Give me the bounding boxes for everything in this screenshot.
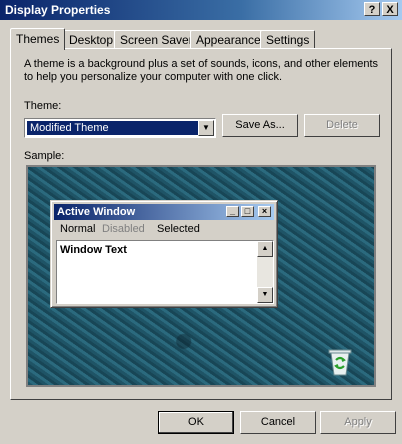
scroll-up-icon: ▲ <box>257 241 273 257</box>
tab-themes[interactable]: Themes <box>10 28 66 50</box>
theme-select-value: Modified Theme <box>27 121 200 135</box>
maximize-icon: □ <box>241 206 254 217</box>
sample-label: Sample: <box>24 150 65 162</box>
menu-selected: Selected <box>157 223 200 235</box>
preview-title-bar: Active Window _ □ × <box>54 204 274 220</box>
help-button[interactable]: ? <box>364 2 380 16</box>
scroll-down-icon: ▼ <box>257 287 273 303</box>
theme-select[interactable]: Modified Theme ▼ <box>24 118 216 138</box>
tab-settings[interactable]: Settings <box>260 30 316 48</box>
tab-appearance[interactable]: Appearance <box>190 30 267 48</box>
title-bar: Display Properties <box>0 0 402 20</box>
chevron-down-icon[interactable]: ▼ <box>198 120 214 136</box>
ok-button[interactable]: OK <box>158 411 234 434</box>
window-title: Display Properties <box>5 3 111 17</box>
close-button[interactable]: X <box>382 2 398 16</box>
tab-desktop[interactable]: Desktop <box>63 30 120 48</box>
tab-screen-saver[interactable]: Screen Saver <box>114 30 199 48</box>
preview-window-body: Window Text ▲ ▼ <box>56 240 274 304</box>
delete-button[interactable]: Delete <box>304 114 380 137</box>
themes-description: A theme is a background plus a set of so… <box>24 58 379 83</box>
menu-disabled: Disabled <box>102 223 145 235</box>
preview-active-window: Active Window _ □ × Normal Disabled Sele… <box>50 200 278 308</box>
theme-label: Theme: <box>24 100 62 112</box>
cancel-button[interactable]: Cancel <box>240 411 316 434</box>
apply-button[interactable]: Apply <box>320 411 396 434</box>
recycle-bin-icon <box>328 349 352 376</box>
save-as-button[interactable]: Save As... <box>222 114 298 137</box>
menu-normal: Normal <box>60 223 96 235</box>
minimize-icon: _ <box>226 206 239 217</box>
preview-window-text: Window Text <box>60 244 127 256</box>
close-icon: × <box>258 206 271 217</box>
preview-scrollbar: ▲ ▼ <box>257 241 273 303</box>
preview-title: Active Window <box>57 206 136 218</box>
